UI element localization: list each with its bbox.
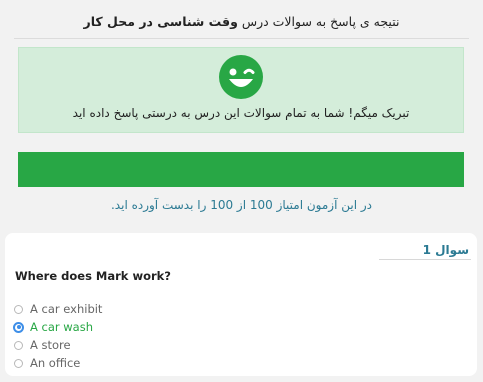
answer-option-label: A car wash: [30, 320, 94, 334]
question-card: سوال 1 Where does Mark work? A car exhib…: [5, 233, 477, 376]
page-title: نتیجه ی پاسخ به سوالات درس وقت شناسی در …: [10, 14, 473, 29]
lesson-name: وقت شناسی در محل کار: [83, 14, 238, 29]
radio-button[interactable]: [14, 358, 23, 368]
question-text: Where does Mark work?: [15, 269, 171, 283]
score-progress-bar: [18, 152, 464, 187]
winking-smiley-icon: [219, 55, 263, 99]
question-title-underline: [379, 259, 471, 260]
answer-option[interactable]: A car exhibit: [14, 300, 102, 318]
page-title-prefix: نتیجه ی پاسخ به سوالات درس: [241, 14, 400, 29]
question-number: سوال 1: [422, 243, 469, 257]
answer-option-label: An office: [30, 356, 81, 370]
answer-option[interactable]: An office: [14, 354, 102, 372]
answer-option[interactable]: A car wash: [13, 318, 102, 336]
congrats-message: تبریک میگم! شما به تمام سوالات این درس ب…: [72, 106, 410, 120]
result-alert: تبریک میگم! شما به تمام سوالات این درس ب…: [18, 47, 464, 133]
radio-button[interactable]: [14, 340, 23, 350]
answer-option-label: A car exhibit: [30, 302, 103, 316]
score-text: در این آزمون امتیاز 100 از 100 را بدست آ…: [110, 198, 373, 212]
answer-options: A car exhibit A car wash A store An offi…: [13, 300, 102, 372]
score-progress-fill: [18, 152, 464, 187]
answer-option[interactable]: A store: [14, 336, 102, 354]
radio-button[interactable]: [14, 304, 23, 314]
header-divider: [14, 38, 469, 39]
radio-button[interactable]: [13, 321, 24, 333]
answer-option-label: A store: [30, 338, 71, 352]
